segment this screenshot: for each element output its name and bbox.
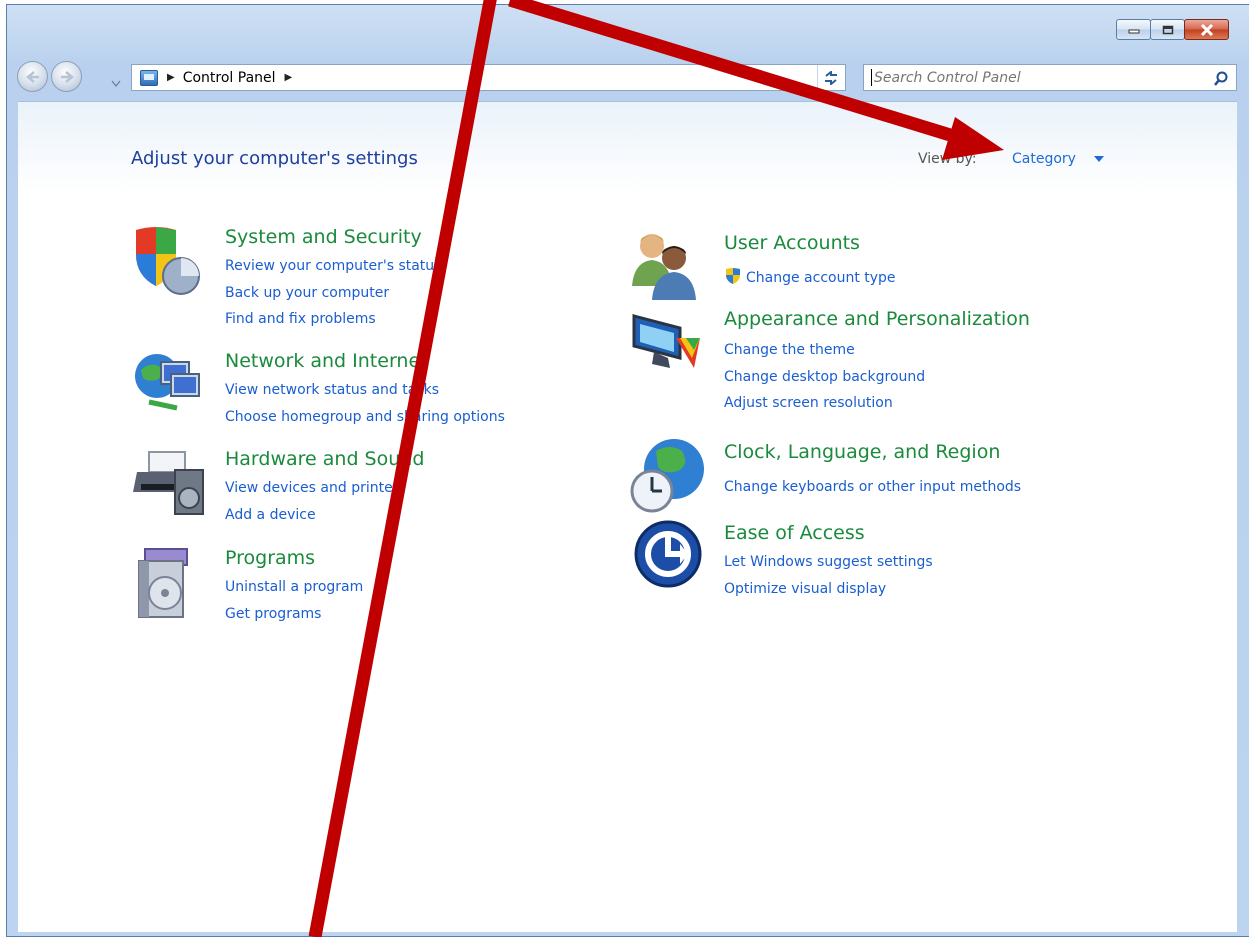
category-title[interactable]: Ease of Access bbox=[724, 522, 865, 544]
back-arrow-icon bbox=[25, 70, 39, 83]
back-button[interactable] bbox=[17, 61, 48, 92]
link-homegroup[interactable]: Choose homegroup and sharing options bbox=[225, 409, 505, 425]
refresh-icon bbox=[825, 70, 837, 85]
link-find-fix-problems[interactable]: Find and fix problems bbox=[225, 311, 376, 327]
view-by-label: View by: bbox=[918, 151, 977, 167]
title-bar bbox=[7, 5, 1249, 55]
link-change-theme[interactable]: Change the theme bbox=[724, 342, 855, 358]
minimize-icon bbox=[1128, 29, 1139, 33]
programs-disc-icon bbox=[138, 548, 188, 618]
link-add-device[interactable]: Add a device bbox=[225, 507, 316, 523]
page-title: Adjust your computer's settings bbox=[131, 148, 418, 169]
category-title[interactable]: System and Security bbox=[225, 226, 422, 248]
category-title[interactable]: Appearance and Personalization bbox=[724, 308, 1030, 330]
category-title[interactable]: Programs bbox=[225, 547, 315, 569]
link-uninstall-program[interactable]: Uninstall a program bbox=[225, 579, 363, 595]
ease-of-access-icon bbox=[634, 520, 702, 588]
search-input[interactable] bbox=[863, 64, 1237, 91]
link-review-status[interactable]: Review your computer's status bbox=[225, 258, 441, 274]
main-content: Adjust your computer's settings View by:… bbox=[18, 101, 1237, 932]
text-cursor bbox=[871, 69, 872, 86]
recent-pages-dropdown[interactable] bbox=[111, 73, 121, 92]
link-network-status[interactable]: View network status and tasks bbox=[225, 382, 439, 398]
category-title[interactable]: User Accounts bbox=[724, 232, 860, 254]
globe-network-icon bbox=[135, 354, 200, 411]
refresh-button[interactable] bbox=[817, 65, 844, 90]
link-change-keyboards[interactable]: Change keyboards or other input methods bbox=[724, 479, 1021, 495]
control-panel-icon bbox=[140, 69, 158, 86]
view-by-dropdown[interactable]: Category bbox=[1012, 151, 1076, 167]
address-row: ▶ Control Panel ▶ bbox=[15, 59, 1237, 99]
link-desktop-background[interactable]: Change desktop background bbox=[724, 369, 925, 385]
printer-speaker-icon bbox=[133, 451, 204, 515]
link-change-account-type[interactable]: Change account type bbox=[724, 267, 896, 286]
link-windows-suggest[interactable]: Let Windows suggest settings bbox=[724, 554, 933, 570]
shield-pie-icon bbox=[136, 227, 200, 295]
breadcrumb-control-panel[interactable]: Control Panel bbox=[183, 70, 276, 86]
maximize-button[interactable] bbox=[1150, 19, 1185, 40]
users-icon bbox=[632, 234, 696, 300]
link-screen-resolution[interactable]: Adjust screen resolution bbox=[724, 395, 893, 411]
uac-shield-icon bbox=[726, 268, 740, 284]
breadcrumb-separator-icon[interactable]: ▶ bbox=[285, 72, 293, 83]
category-title[interactable]: Hardware and Sound bbox=[225, 448, 424, 470]
category-title[interactable]: Clock, Language, and Region bbox=[724, 441, 1000, 463]
monitor-palette-icon bbox=[632, 314, 700, 368]
link-optimize-display[interactable]: Optimize visual display bbox=[724, 581, 886, 597]
chevron-down-icon[interactable] bbox=[1094, 156, 1104, 162]
chevron-down-icon bbox=[111, 80, 121, 87]
link-back-up[interactable]: Back up your computer bbox=[225, 285, 389, 301]
close-icon bbox=[1200, 23, 1213, 36]
category-title[interactable]: Network and Internet bbox=[225, 350, 428, 372]
link-text[interactable]: Change account type bbox=[746, 270, 896, 286]
address-bar[interactable]: ▶ Control Panel ▶ bbox=[131, 64, 846, 91]
globe-clock-icon bbox=[630, 439, 704, 513]
link-get-programs[interactable]: Get programs bbox=[225, 606, 321, 622]
close-button[interactable] bbox=[1184, 19, 1229, 40]
window-controls bbox=[1116, 19, 1229, 40]
maximize-icon bbox=[1162, 25, 1173, 34]
breadcrumb-separator-icon[interactable]: ▶ bbox=[167, 72, 175, 83]
forward-button[interactable] bbox=[51, 61, 82, 92]
search-icon[interactable] bbox=[1213, 71, 1229, 87]
forward-arrow-icon bbox=[60, 70, 74, 83]
link-devices-printers[interactable]: View devices and printers bbox=[225, 480, 406, 496]
minimize-button[interactable] bbox=[1116, 19, 1151, 40]
control-panel-window: ▶ Control Panel ▶ Adjust your computer's… bbox=[6, 4, 1249, 937]
